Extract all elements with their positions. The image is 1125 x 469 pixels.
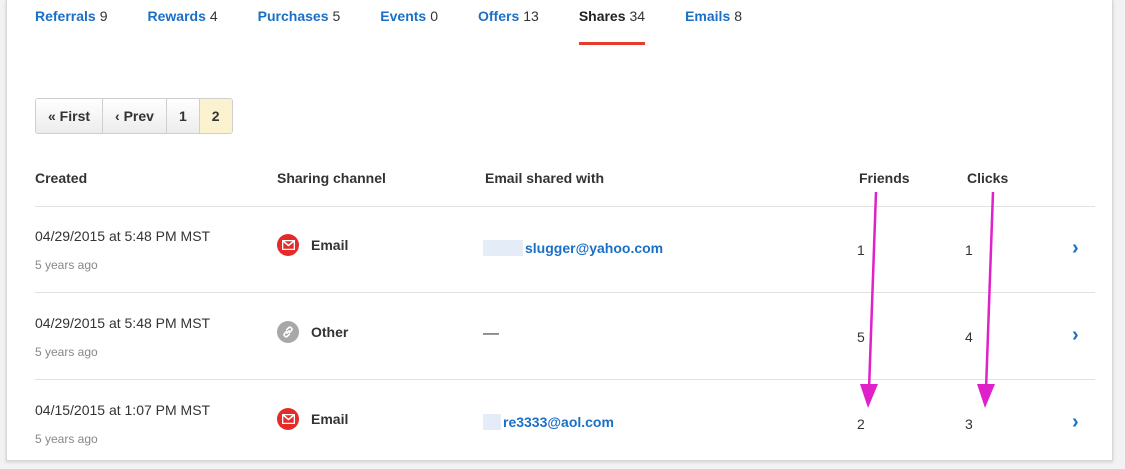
chevron-right-icon[interactable]: › (1072, 237, 1079, 260)
page-2-button[interactable]: 2 (199, 99, 232, 133)
clicks-count: 1 (965, 242, 973, 258)
relative-time: 5 years ago (35, 432, 98, 446)
friends-count: 5 (857, 329, 865, 345)
email-link[interactable]: re3333@aol.com (483, 414, 614, 430)
channel-label: Other (311, 324, 349, 340)
tab-label: Offers (478, 8, 520, 24)
friends-count: 1 (857, 242, 865, 258)
chevron-right-icon[interactable]: › (1072, 411, 1079, 434)
table-row[interactable]: 04/15/2015 at 1:07 PM MST 5 years ago Em… (35, 380, 1095, 466)
tab-count: 4 (209, 8, 218, 24)
tab-rewards[interactable]: Rewards 4 (148, 8, 218, 48)
tab-label: Purchases (257, 8, 329, 24)
tab-label: Rewards (147, 8, 206, 24)
tab-label: Emails (685, 8, 731, 24)
created-date: 04/15/2015 at 1:07 PM MST (35, 402, 211, 418)
tab-label: Referrals (35, 8, 96, 24)
email-address: re3333@aol.com (503, 414, 614, 430)
tab-count: 0 (430, 8, 438, 24)
tab-events[interactable]: Events 0 (380, 8, 438, 48)
channel-label: Email (311, 411, 349, 427)
clicks-count: 3 (965, 416, 973, 432)
relative-time: 5 years ago (35, 258, 98, 272)
chevron-right-icon[interactable]: › (1072, 324, 1079, 347)
tab-offers[interactable]: Offers 13 (478, 8, 539, 48)
sharing-channel: Email (277, 234, 348, 256)
header-channel: Sharing channel (277, 170, 386, 186)
table-row[interactable]: 04/29/2015 at 5:48 PM MST 5 years ago Em… (35, 206, 1095, 293)
tab-label: Shares (578, 8, 626, 24)
tab-bar: Referrals 9 Rewards 4 Purchases 5 Events 0 O… (35, 8, 782, 48)
sharing-channel: Other (277, 321, 348, 343)
first-page-button[interactable]: « First (36, 99, 104, 133)
table-row[interactable]: 04/29/2015 at 5:48 PM MST 5 years ago Ot… (35, 293, 1095, 380)
email-address: slugger@yahoo.com (525, 240, 664, 256)
header-email: Email shared with (485, 170, 605, 186)
header-created: Created (35, 170, 88, 186)
relative-time: 5 years ago (35, 345, 98, 359)
tab-count: 9 (99, 8, 108, 24)
email-empty: — (483, 325, 499, 342)
link-icon (277, 321, 299, 343)
tab-emails[interactable]: Emails 8 (685, 8, 742, 48)
email-link[interactable]: slugger@yahoo.com (483, 240, 663, 256)
redacted-text (483, 240, 523, 256)
table-header: Created Sharing channel Email shared wit… (35, 166, 1095, 207)
tab-count: 5 (332, 8, 341, 24)
tab-purchases[interactable]: Purchases 5 (258, 8, 341, 48)
tab-count: 8 (734, 8, 743, 24)
tab-count: 13 (523, 8, 539, 24)
pagination: « First ‹ Prev 1 2 (35, 98, 233, 134)
header-clicks: Clicks (967, 170, 1009, 186)
email-icon (277, 408, 299, 430)
tab-referrals[interactable]: Referrals 9 (35, 8, 108, 48)
shares-panel: Referrals 9 Rewards 4 Purchases 5 Events 0 O… (6, 0, 1113, 461)
channel-label: Email (311, 237, 349, 253)
created-date: 04/29/2015 at 5:48 PM MST (35, 228, 211, 244)
email-icon (277, 234, 299, 256)
tab-shares[interactable]: Shares 34 (578, 8, 646, 48)
page-1-button[interactable]: 1 (166, 99, 200, 133)
tab-label: Events (380, 8, 427, 24)
clicks-count: 4 (965, 329, 973, 345)
sharing-channel: Email (277, 408, 348, 430)
friends-count: 2 (857, 416, 865, 432)
redacted-text (483, 414, 501, 430)
header-friends: Friends (859, 170, 910, 186)
created-date: 04/29/2015 at 5:48 PM MST (35, 315, 211, 331)
tab-count: 34 (629, 8, 646, 24)
prev-page-button[interactable]: ‹ Prev (103, 99, 167, 133)
